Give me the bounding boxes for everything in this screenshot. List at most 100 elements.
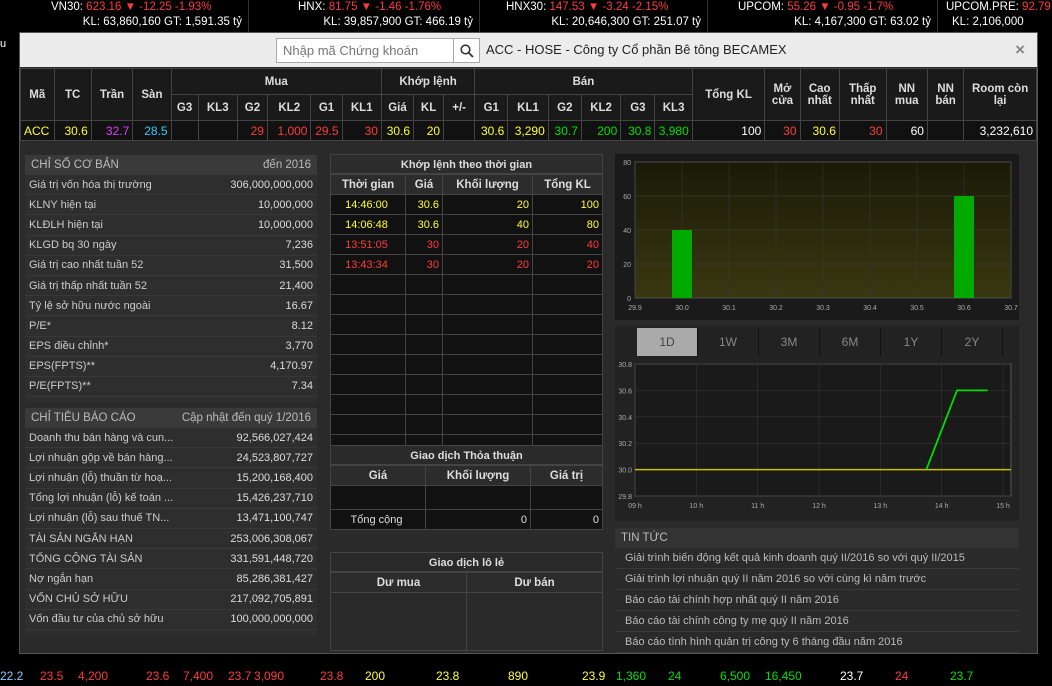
tab-6m[interactable]: 6M [820,328,881,356]
y-tick-label: 0 [627,296,631,303]
y-tick-label: 30.6 [618,388,632,395]
fundamental-row: EPS điều chỉnh* 3,770 [25,337,317,357]
report-value: 331,591,448,720 [230,552,313,565]
index-upcom[interactable]: UPCOM: 55.26 ▼ -0.95 -1.7% KL: 4,167,300… [708,0,938,32]
board-cell: 23.6 [146,669,170,683]
matched-order-cell [532,334,603,355]
matched-order-cell [442,414,533,435]
matched-order-cell [442,274,533,295]
tt-col-price: Giá [330,465,426,486]
tt-total-value: 0 [530,509,603,530]
news-item[interactable]: Giải trình biến động kết quả kinh doanh … [615,548,1019,569]
stock-search-input[interactable] [277,39,453,62]
report-row: Lợi nhuận gộp về bán hàng... 24,523,807,7… [25,448,317,469]
news-item[interactable]: Báo cáo tài chính công ty mẹ quý II năm … [615,611,1019,632]
matched-orders-panel: Khớp lệnh theo thời gian Thời gian Giá K… [330,154,603,455]
matched-order-row [330,354,603,375]
search-icon[interactable] [453,39,479,62]
x-tick-label: 30.0 [675,305,689,312]
tab-1w[interactable]: 1W [698,328,759,356]
news-item[interactable]: Báo cáo tình hình quản trị công ty 6 thá… [615,632,1019,653]
sub-kl3: KL3 [197,94,238,121]
cell-bg2: 30.7 [547,120,582,141]
cell-ma[interactable]: ACC [20,120,55,141]
fundamental-value: 10,000,000 [257,198,313,211]
quote-row[interactable]: ACC 30.6 32.7 28.5 29 1,000 29.5 30 30.6… [20,120,1037,141]
news-item[interactable]: Báo cáo tài chính hợp nhất quý II năm 20… [615,590,1019,611]
cell-pm [443,120,476,141]
col-thapnhat: Thấp nhất [838,68,887,121]
fundamental-row: Tỷ lệ sở hữu nước ngoài 16.67 [25,296,317,317]
report-value: 217,092,705,891 [230,593,313,606]
cell-tongkl: 100 [691,120,766,141]
board-cell: 4,200 [78,669,109,683]
kl-col-total: Tổng KL [532,174,603,195]
matched-order-cell [532,274,603,295]
sub-gia: Giá [380,94,415,121]
matched-order-cell: 14:06:48 [330,214,406,235]
index-vn30[interactable]: VN30: 623.16 ▼ -12.25 -1.93% KL: 63,860,… [0,0,249,32]
report-label: TÀI SẢN NGẮN HẠN [29,532,133,545]
col-caonhat: Cao nhất [799,68,840,121]
col-mua: Mua [170,68,382,95]
report-row: TÀI SẢN NGẮN HẠN 253,006,308,067 [25,529,317,550]
matched-order-cell [405,294,443,315]
cell-caonhat: 30.6 [799,120,840,141]
board-cell: 23.7 [228,669,252,683]
quote-table: Mã TC Trần Sàn Mua Khớp lệnh Bán Tổng KL… [20,68,1037,141]
y-tick-label: 80 [623,160,631,167]
news-item[interactable]: Giải trình lợi nhuận quý II năm 2016 so … [615,569,1019,590]
report-label: VỐN CHỦ SỞ HỮU [29,593,128,606]
fundamental-label: KLNY hiện tại [29,198,97,211]
tab-3m[interactable]: 3M [759,328,820,356]
tab-1y[interactable]: 1Y [881,328,942,356]
plot-area [634,363,1012,497]
fundamental-label: EPS(FPTS)** [29,360,96,373]
x-tick-label: 30.5 [910,305,924,312]
y-tick-label: 30.4 [618,415,632,422]
index-upcom-pre[interactable]: UPCOM.PRE: 92.79 KL: 2,106,000 [938,0,1052,32]
cell-room: 3,232,610 [963,120,1037,141]
cell-gia: 30.6 [380,120,415,141]
matched-order-cell [442,314,533,335]
cell-kl: 20 [413,120,445,141]
fundamental-label: KLĐLH hiện tại [29,218,103,231]
col-nnmua: NN mua [885,68,928,121]
tab-2y[interactable]: 2Y [942,328,1003,356]
x-tick-label: 10 h [690,503,704,510]
x-tick-label: 14 h [935,503,949,510]
report-label: Doanh thu bán hàng và cun... [29,431,174,444]
col-room: Room còn lại [963,68,1037,121]
matched-order-row: 13:51:05 30 20 40 [330,234,603,255]
fundamental-row: KLĐLH hiện tại 10,000,000 [25,215,317,236]
x-tick-label: 30.2 [769,305,783,312]
tt-col-vol: Khối lượng [425,465,531,486]
tt-total-vol: 0 [425,509,531,530]
report-row: Lợi nhuận (lỗ) sau thuế TN... 13,471,100,… [25,509,317,529]
fundamental-row: Giá trị thấp nhất tuần 52 21,400 [25,276,317,297]
y-tick-label: 20 [623,262,631,269]
matched-order-cell [442,374,533,395]
matched-order-cell [532,354,603,375]
period-tabs: 1D 1W 3M 6M 1Y 2Y [637,328,1019,356]
sub-bg3: G3 [620,94,656,121]
sub-kl2: KL2 [266,94,312,121]
matched-order-cell [532,414,603,435]
tt-col-value: Giá trị [530,465,603,486]
matched-order-cell: 14:46:00 [330,194,406,215]
tab-1d[interactable]: 1D [637,328,698,356]
volume-by-price-svg: 0 20 40 60 80 29.9 30.0 30.1 30.2 30.3 30.4 30.5 30.… [623,160,1018,312]
negotiated-panel: Giao dịch Thỏa thuận Giá Khối lượng Giá tr… [330,445,603,548]
index-hnx[interactable]: HNX: 81.75 ▼ -1.46 -1.76% KL: 39,857,900… [249,0,480,32]
col-khop: Khớp lệnh [380,68,476,95]
x-tick-label: 11 h [751,503,764,510]
volume-bar [672,230,692,298]
volume-by-price-chart: 0 20 40 60 80 29.9 30.0 30.1 30.2 30.3 30.4 30.5 30.… [615,154,1019,320]
matched-order-cell: 13:43:34 [330,254,406,275]
index-hnx30[interactable]: HNX30: 147.53 ▼ -3.24 -2.15% KL: 20,646,… [480,0,708,32]
matched-order-cell [405,334,443,355]
close-icon[interactable]: × [1015,40,1025,60]
matched-order-cell [405,394,443,415]
matched-order-cell: 30 [405,234,443,255]
cell-kl2: 1,000 [266,120,312,141]
